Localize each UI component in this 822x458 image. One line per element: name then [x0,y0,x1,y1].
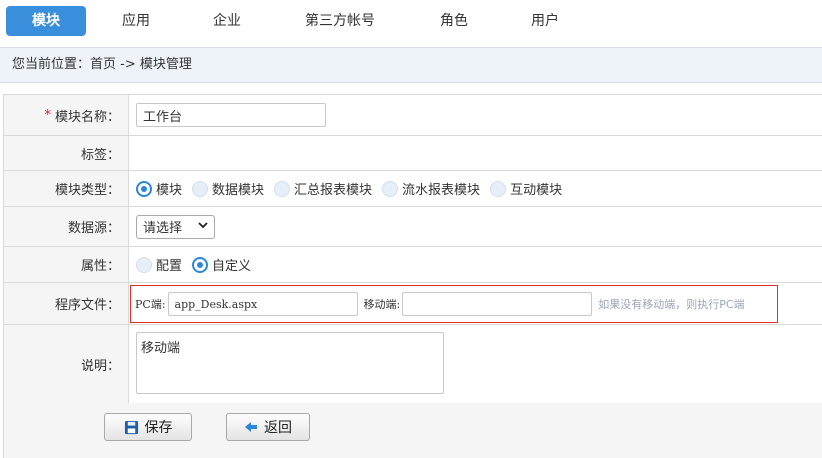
row-module-type: 模块类型： 模块 数据模块 汇总报表模块 流水报表模块 互动模块 [3,171,822,207]
row-module-name: * 模块名称： 工作台 [3,95,822,136]
nav-tab-third-party-account[interactable]: 第三方帐号 [290,6,390,36]
row-attribute: 属性： 配置 自定义 [3,247,822,283]
required-mark: * [44,107,51,123]
description-label: 说明： [3,325,129,403]
row-program-file: 程序文件： PC端: app_Desk.aspx 移动端: 如果没有移动端，则执… [3,283,822,325]
breadcrumb-home[interactable]: 首页 [90,57,116,72]
pc-label: PC端: [135,298,166,311]
module-name-label: * 模块名称： [3,95,129,135]
back-button[interactable]: 返回 [226,413,310,441]
radio-unchecked-icon [192,180,209,197]
radio-unchecked-icon [490,180,507,197]
mobile-label: 移动端: [363,298,401,311]
top-nav: 模块 应用 企业 第三方帐号 角色 用户 [0,0,822,43]
nav-tab-user[interactable]: 用户 [505,6,585,36]
nav-tab-role[interactable]: 角色 [414,6,494,36]
data-source-label: 数据源： [3,207,129,246]
radio-attr-config[interactable]: 配置 [136,255,182,274]
radio-type-data-module-label: 数据模块 [212,183,265,198]
radio-type-data-module[interactable]: 数据模块 [192,179,264,198]
data-source-select[interactable]: 请选择 [136,214,215,239]
module-type-radio-group: 模块 数据模块 汇总报表模块 流水报表模块 互动模块 [136,179,572,198]
pc-file-input[interactable]: app_Desk.aspx [167,292,358,316]
back-button-label: 返回 [264,420,292,436]
radio-checked-icon [192,256,209,273]
mobile-file-input[interactable] [402,292,593,316]
row-description: 说明： 移动端 [3,325,822,404]
breadcrumb-prefix: 您当前位置： [12,57,91,72]
chevron-down-icon [198,221,208,232]
module-type-label: 模块类型： [3,171,129,206]
radio-checked-icon [136,180,152,197]
radio-attr-custom-label: 自定义 [212,259,252,274]
radio-type-summary-report[interactable]: 汇总报表模块 [274,179,372,198]
row-data-source: 数据源： 请选择 [3,207,822,247]
tags-label: 标签： [3,136,129,170]
radio-unchecked-icon [136,256,152,273]
radio-attr-config-label: 配置 [156,259,183,274]
radio-type-module-label: 模块 [156,183,183,198]
breadcrumb-current: 模块管理 [139,57,192,72]
nav-tab-module[interactable]: 模块 [6,6,86,36]
nav-tab-enterprise[interactable]: 企业 [187,6,267,36]
radio-attr-custom[interactable]: 自定义 [192,255,251,274]
breadcrumb: 您当前位置：首页 -> 模块管理 [0,47,822,83]
radio-type-flow-report[interactable]: 流水报表模块 [382,179,480,198]
arrow-left-icon [244,421,258,433]
program-file-hint: 如果没有移动端，则执行PC端 [598,298,745,311]
radio-unchecked-icon [274,180,291,197]
save-button-label: 保存 [144,420,173,436]
module-form: * 模块名称： 工作台 标签： 模块类型： 模块 数据模块 汇总报表模块 流水报… [3,94,822,404]
nav-tab-application[interactable]: 应用 [96,6,176,36]
row-tags: 标签： [3,136,822,171]
radio-type-interactive[interactable]: 互动模块 [490,179,562,198]
radio-unchecked-icon [382,180,399,197]
save-icon [124,420,139,435]
button-bar: 保存 返回 [3,403,822,458]
tags-value[interactable] [130,136,822,170]
attribute-radio-group: 配置 自定义 [136,255,261,274]
breadcrumb-separator: -> [116,57,140,72]
radio-type-summary-report-label: 汇总报表模块 [294,183,373,198]
data-source-selected: 请选择 [143,221,183,236]
radio-type-module[interactable]: 模块 [136,179,182,198]
program-file-label: 程序文件： [3,283,129,324]
program-file-highlight: PC端: app_Desk.aspx 移动端: 如果没有移动端，则执行PC端 [130,285,778,323]
save-button[interactable]: 保存 [104,413,192,441]
module-name-input[interactable]: 工作台 [136,103,326,127]
description-textarea[interactable]: 移动端 [136,332,444,394]
attribute-label: 属性： [3,247,129,282]
radio-type-flow-report-label: 流水报表模块 [402,183,481,198]
radio-type-interactive-label: 互动模块 [510,183,563,198]
module-name-label-text: 模块名称： [54,109,120,125]
